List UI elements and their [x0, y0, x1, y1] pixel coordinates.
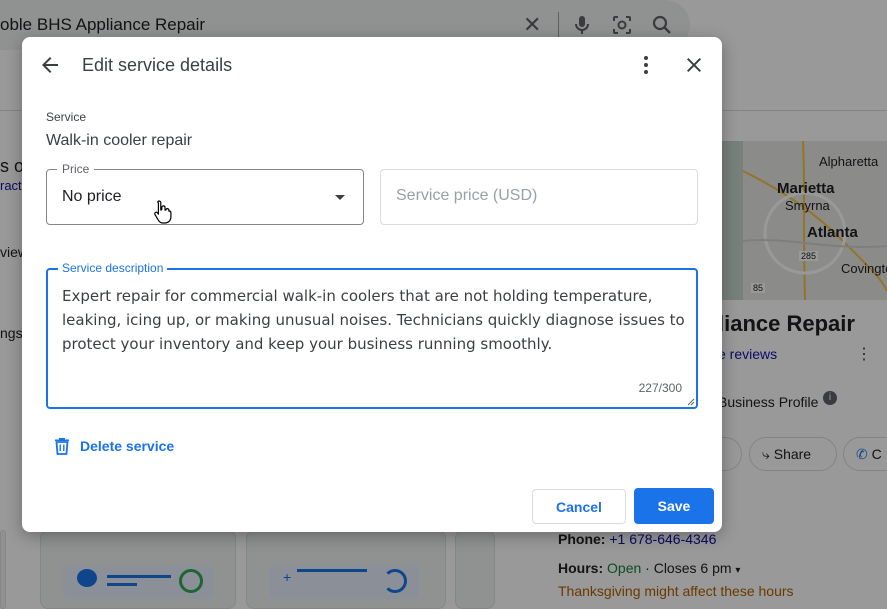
- dropdown-arrow-icon: [335, 195, 345, 200]
- price-select[interactable]: Price No price: [46, 162, 364, 225]
- trash-icon: [55, 438, 69, 455]
- service-price-input[interactable]: [396, 187, 676, 205]
- price-label: Price: [57, 162, 95, 176]
- service-description-input[interactable]: Expert repair for commercial walk-in coo…: [62, 284, 687, 374]
- delete-service-label: Delete service: [80, 438, 175, 454]
- price-selected-value: No price: [62, 188, 122, 205]
- character-counter: 227/300: [638, 381, 682, 395]
- more-vert-icon[interactable]: [634, 53, 658, 77]
- resize-handle-icon[interactable]: [687, 398, 695, 406]
- arrow-back-icon[interactable]: [38, 53, 62, 77]
- save-button[interactable]: Save: [634, 488, 714, 524]
- service-description-field[interactable]: Service description Expert repair for co…: [46, 261, 698, 409]
- delete-service-button[interactable]: Delete service: [48, 430, 180, 462]
- dialog-title: Edit service details: [82, 55, 233, 75]
- service-price-field[interactable]: [380, 169, 698, 225]
- service-value: Walk-in cooler repair: [46, 132, 193, 149]
- edit-service-dialog: Edit service details Service Walk-in coo…: [22, 37, 722, 532]
- close-icon[interactable]: [682, 53, 706, 77]
- service-label: Service: [46, 110, 87, 124]
- description-label: Service description: [58, 261, 168, 275]
- cancel-button[interactable]: Cancel: [532, 489, 626, 524]
